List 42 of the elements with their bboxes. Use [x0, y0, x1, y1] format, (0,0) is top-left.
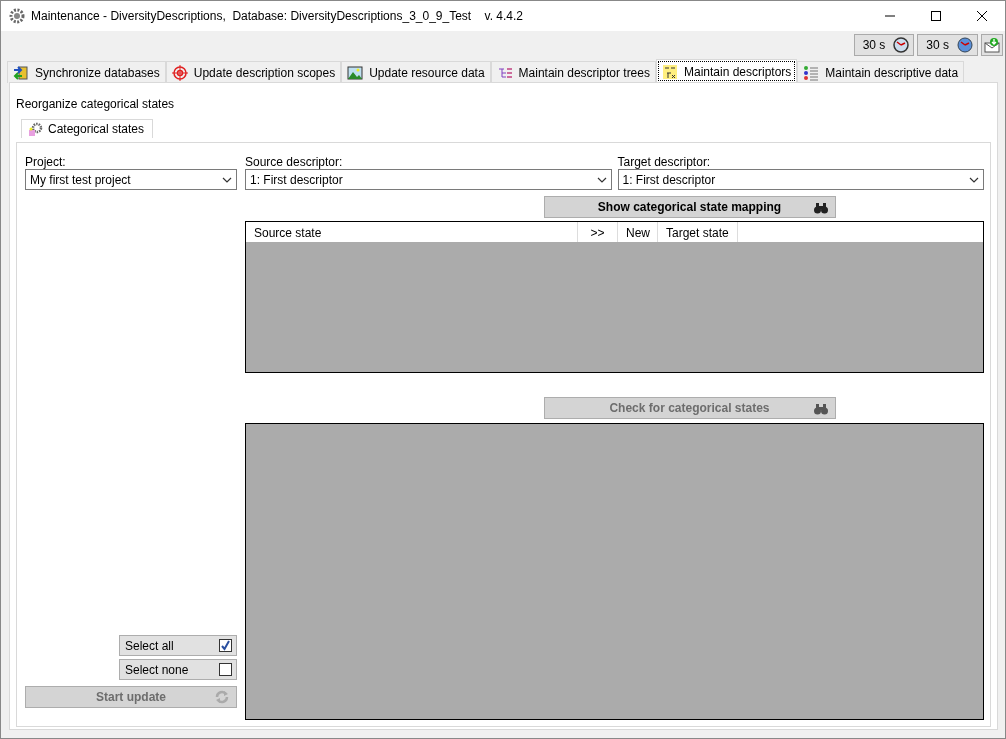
column-header[interactable]: Target state	[658, 222, 738, 242]
tab[interactable]: Update resource data	[341, 61, 491, 83]
column-header[interactable]: >>	[578, 222, 618, 242]
tab[interactable]: Maintain descriptors	[655, 59, 798, 83]
tab[interactable]: Categorical states	[21, 119, 154, 138]
timer-button[interactable]: 30 s	[853, 34, 915, 56]
mail-button[interactable]	[981, 34, 1003, 56]
checkbox[interactable]	[219, 663, 232, 676]
maximize-icon	[931, 11, 941, 21]
source-descriptor-dropdown[interactable]: 1: First descriptor	[245, 169, 612, 190]
project-dropdown[interactable]: My first test project	[25, 169, 237, 190]
show-mapping-button[interactable]: Show categorical state mapping	[543, 196, 836, 218]
field-label: Source descriptor:	[245, 155, 344, 169]
tab[interactable]: Synchronize databases	[7, 61, 166, 83]
clock-icon	[893, 37, 910, 53]
close-icon	[977, 11, 987, 21]
list-icon	[803, 64, 820, 81]
refresh-icon	[214, 689, 230, 705]
target-icon	[171, 64, 188, 81]
sync-icon	[13, 64, 29, 81]
select-all-checkbox[interactable]: Select all	[119, 635, 237, 656]
picture-icon	[347, 64, 364, 81]
descriptor-icon	[661, 63, 678, 80]
field-label: Project:	[25, 155, 67, 169]
field-label: Target descriptor:	[617, 155, 712, 169]
tab[interactable]: Maintain descriptive data	[797, 61, 965, 83]
timer-button[interactable]: 30 s	[917, 34, 978, 56]
section-title: Reorganize categorical states	[16, 96, 176, 113]
binoculars-icon	[812, 200, 829, 214]
window-title: Maintenance - DiversityDescriptions, Database: DiversityDescriptions_3_0_9_Test v. 4.4.2	[31, 8, 523, 25]
mail-icon	[984, 37, 1000, 53]
checkbox[interactable]	[219, 639, 232, 652]
gear-icon	[9, 8, 25, 24]
binoculars-icon	[812, 401, 829, 415]
globe-icon	[957, 37, 973, 53]
target-descriptor-dropdown[interactable]: 1: First descriptor	[617, 169, 984, 190]
tab[interactable]: Maintain descriptor trees	[490, 61, 656, 83]
column-header[interactable]: Source state	[246, 222, 578, 242]
gear-icon	[27, 121, 43, 137]
tab[interactable]: Update description scopes	[165, 61, 342, 83]
column-header[interactable]: New	[618, 222, 658, 242]
select-none-checkbox[interactable]: Select none	[119, 659, 237, 680]
